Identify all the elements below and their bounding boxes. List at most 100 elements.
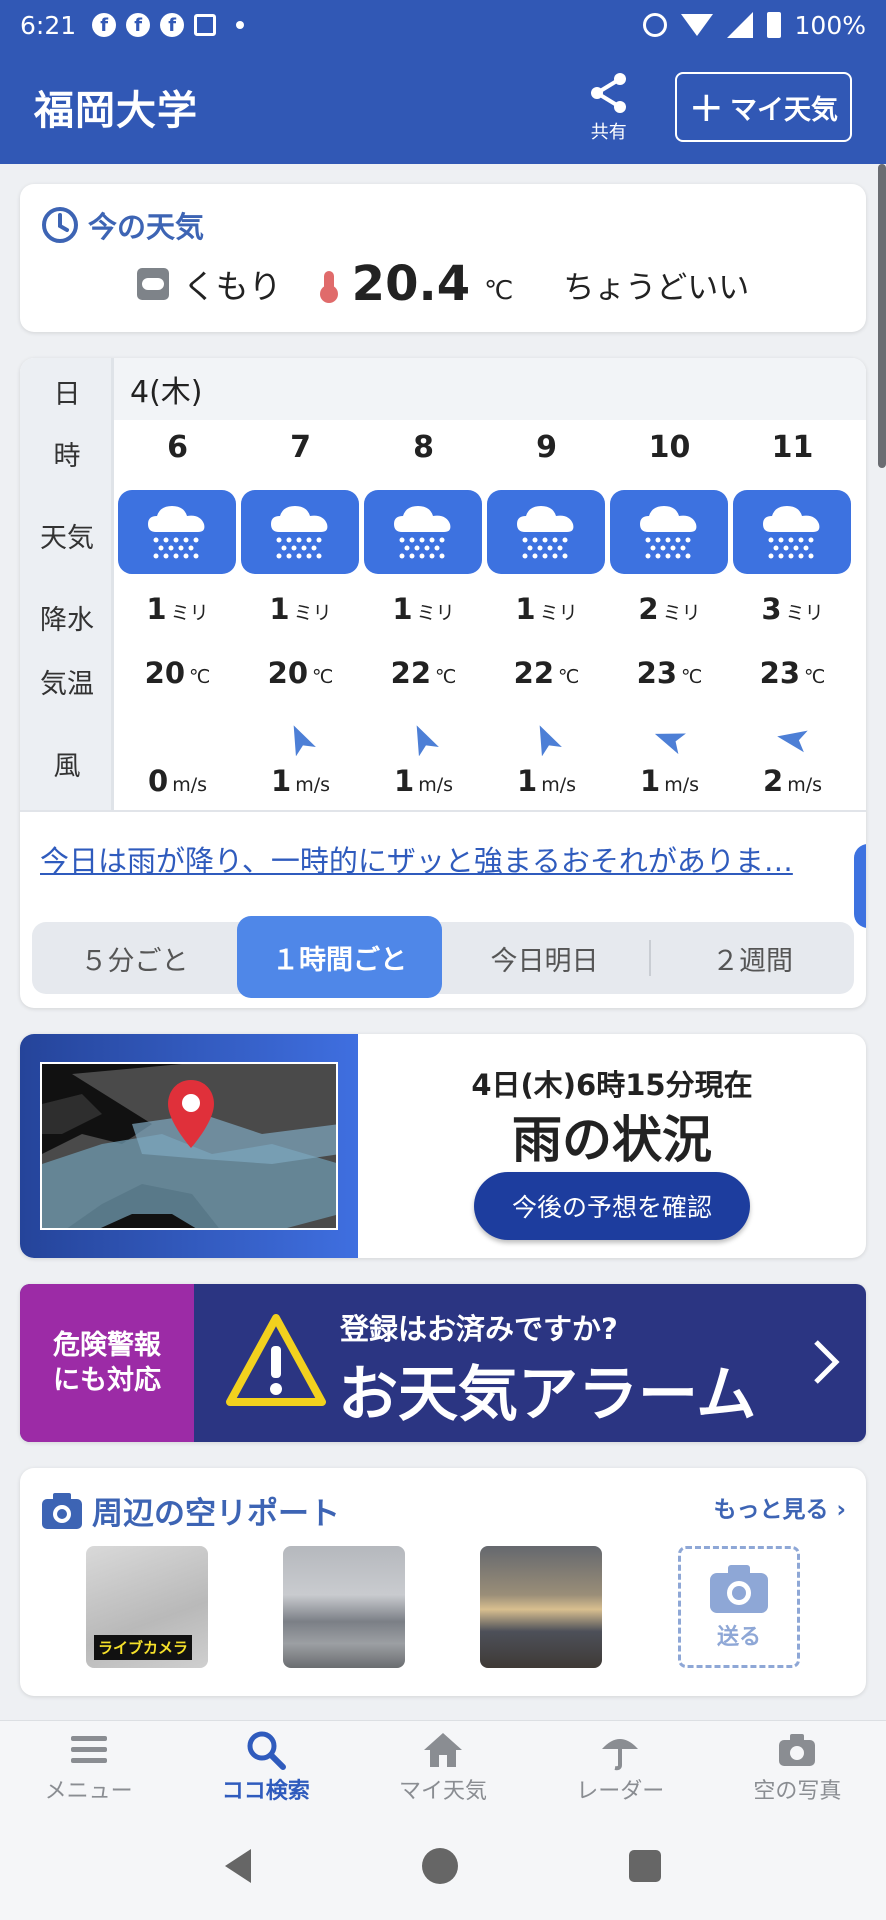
status-time: 6:21: [20, 10, 77, 40]
app-bar: 福岡大学 共有 + マイ天気: [0, 50, 886, 164]
forecast-hour: 7: [290, 430, 311, 465]
radar-timestamp: 4日(木)6時15分現在: [471, 1068, 753, 1102]
camera-icon: [779, 1733, 816, 1766]
temp-unit: ℃: [312, 666, 334, 688]
thermometer-icon: [319, 271, 338, 303]
forecast-summary-link[interactable]: 今日は雨が降り、一時的にザッと強まるおそれがありま…: [40, 838, 793, 880]
forecast-precip: 1 ミリ: [116, 592, 239, 626]
nav-search[interactable]: ココ検索: [177, 1721, 354, 1812]
wind-unit: m/s: [295, 774, 330, 796]
clock-icon: [42, 207, 78, 243]
precip-unit: ミリ: [539, 602, 578, 624]
plus-icon: +: [688, 82, 724, 131]
forecast-day: 4(木): [114, 358, 866, 420]
rain-icon: [640, 506, 697, 559]
nav-my-weather[interactable]: マイ天気: [354, 1721, 531, 1812]
see-more-label: もっと見る: [713, 1497, 829, 1523]
weather-tile: [118, 490, 236, 574]
radar-title: 雨の状況: [512, 1111, 712, 1169]
forecast-hour: 10: [648, 430, 691, 465]
row-label-weather: 天気: [40, 523, 94, 554]
home-button-icon[interactable]: [421, 1848, 458, 1884]
tab-today-tomorrow[interactable]: 今日明日: [442, 922, 647, 994]
see-more-link[interactable]: もっと見る ›: [714, 1490, 847, 1524]
send-photo-button[interactable]: 送る: [678, 1546, 800, 1668]
forecast-precip: 2 ミリ: [608, 592, 731, 626]
weather-tile: [854, 844, 866, 928]
add-my-weather-label: マイ天気: [730, 94, 838, 126]
tab-5min[interactable]: ５分ごと: [32, 922, 237, 994]
forecast-precip: 1 ミリ: [239, 592, 362, 626]
forecast-hour: 9: [536, 430, 557, 465]
location-title: 福岡大学: [34, 88, 198, 134]
facebook-notification-icon: f: [126, 13, 151, 37]
forecast-row-labels: 日 時 天気 降水 気温 風: [20, 358, 114, 810]
forecast-wind: 2 m/s: [731, 764, 854, 798]
back-icon[interactable]: [225, 1849, 252, 1883]
forecast-wind: 1 m/s: [485, 764, 608, 798]
nav-radar[interactable]: レーダー: [532, 1721, 709, 1812]
nav-my-weather-label: マイ天気: [399, 1778, 488, 1804]
rain-icon: [148, 506, 205, 559]
forecast-wind: 1 m/s: [362, 764, 485, 798]
tab-2weeks[interactable]: ２週間: [651, 922, 854, 994]
more-notifications-icon: [236, 21, 245, 29]
nav-menu-label: メニュー: [44, 1778, 133, 1804]
recent-apps-icon[interactable]: [628, 1850, 661, 1882]
forecast-wind: 0 m/s: [116, 764, 239, 798]
temp-unit: ℃: [558, 666, 580, 688]
forecast-temp: 20 ℃: [116, 656, 239, 690]
chevron-right-icon: ›: [828, 1497, 847, 1523]
precip-value: 1: [392, 592, 413, 626]
row-label-wind: 風: [53, 751, 81, 782]
share-button[interactable]: 共有: [569, 70, 649, 144]
current-weather-title: 今の天気: [88, 210, 205, 244]
nav-menu[interactable]: メニュー: [0, 1721, 177, 1812]
camera-icon: [42, 1492, 82, 1529]
wifi-icon: [680, 14, 713, 36]
row-label-temp: 気温: [40, 669, 94, 700]
check-forecast-button[interactable]: 今後の予想を確認: [474, 1172, 750, 1240]
precip-value: 1: [146, 592, 167, 626]
forecast-temp: 22 ℃: [362, 656, 485, 690]
current-temperature: 20.4: [351, 256, 471, 312]
precip-unit: ミリ: [170, 602, 209, 624]
sky-photo-thumbnail[interactable]: ライブカメラ: [86, 1546, 208, 1668]
radar-thumbnail-panel: [20, 1034, 358, 1258]
tab-hourly[interactable]: １時間ごと: [237, 916, 442, 998]
forecast-hour: 6: [167, 430, 188, 465]
forecast-hour-column: 6 1 ミリ 20 ℃ 0 m/s: [116, 420, 239, 810]
location-pin-icon: [168, 1080, 214, 1148]
hourly-forecast-card: 日 時 天気 降水 気温 風 4(木) 6 1 ミリ 20 ℃ 0 m/s 7 1 ミリ 20 ℃ 1 m…: [20, 358, 866, 1008]
rain-radar-card[interactable]: 4日(木)6時15分現在 雨の状況 今後の予想を確認: [20, 1034, 866, 1258]
alarm-clock-icon: [642, 13, 667, 37]
alarm-badge-line1: 危険警報: [53, 1329, 161, 1361]
rain-icon: [271, 506, 328, 559]
add-my-weather-button[interactable]: + マイ天気: [674, 72, 852, 142]
forecast-hour: 8: [413, 430, 434, 465]
sky-photo-thumbnail[interactable]: [283, 1546, 405, 1668]
temperature-unit: ℃: [484, 276, 514, 306]
sky-photo-thumbnail[interactable]: [480, 1546, 602, 1668]
wind-value: 0: [148, 764, 169, 798]
wind-value: 1: [517, 764, 538, 798]
scrollbar[interactable]: [878, 164, 886, 468]
alarm-badge: 危険警報 にも対応: [20, 1284, 194, 1442]
facebook-notification-icon: f: [92, 13, 117, 37]
wind-direction-arrow-icon: [293, 725, 316, 756]
interval-tabs: ５分ごと １時間ごと 今日明日 ２週間: [32, 916, 854, 998]
alarm-question: 登録はお済みですか?: [340, 1312, 618, 1346]
forecast-wind: 1 m/s: [608, 764, 731, 798]
feel-comment: ちょうどいい: [563, 269, 750, 306]
weather-tile: [364, 490, 482, 574]
precip-unit: ミリ: [416, 602, 455, 624]
alarm-badge-line2: にも対応: [53, 1365, 161, 1396]
temp-unit: ℃: [681, 666, 703, 688]
weather-alarm-banner[interactable]: 危険警報 にも対応 登録はお済みですか? お天気アラーム: [20, 1284, 866, 1442]
send-photo-label: 送る: [716, 1625, 761, 1650]
wind-unit: m/s: [418, 774, 453, 796]
temp-value: 22: [513, 656, 554, 690]
forecast-hour: 11: [771, 430, 814, 465]
bottom-navigation: メニュー ココ検索 マイ天気 レーダー 空の写真: [0, 1720, 886, 1812]
nav-sky-photos[interactable]: 空の写真: [709, 1721, 886, 1812]
